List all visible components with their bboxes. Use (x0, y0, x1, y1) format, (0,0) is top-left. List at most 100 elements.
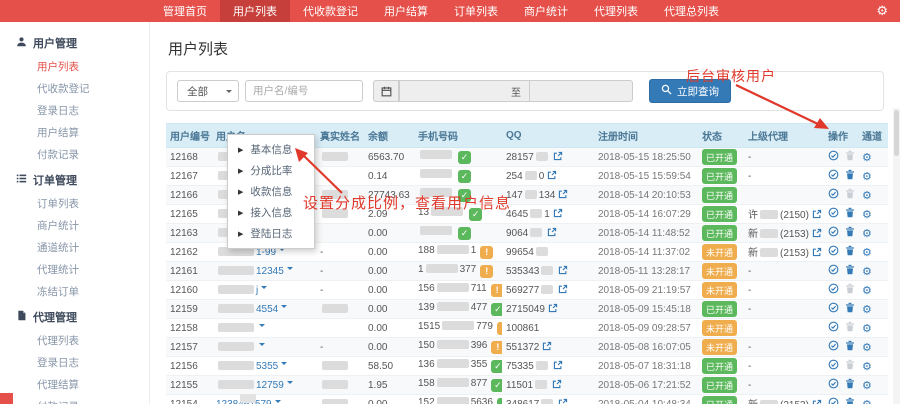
delete-icon[interactable] (845, 207, 855, 221)
username-link[interactable]: j (256, 285, 258, 296)
cell-username[interactable]: 12345 (212, 261, 316, 281)
qq-link-icon[interactable] (548, 303, 558, 316)
sidebar-item-0-2[interactable]: 登录日志 (0, 99, 149, 121)
nav-tab-8[interactable]: 代理总列表 (651, 0, 732, 22)
cell-username[interactable] (212, 337, 316, 357)
sidebar-item-2-2[interactable]: 代理结算 (0, 373, 149, 395)
nav-tab-6[interactable]: 商户统计 (511, 0, 581, 22)
sidebar-item-1-4[interactable]: 冻结订单 (0, 280, 149, 302)
qq-link-icon[interactable] (547, 227, 557, 240)
username-link[interactable]: 4554 (256, 304, 278, 315)
delete-icon[interactable] (845, 150, 855, 164)
cell-username[interactable]: 12759 (212, 375, 316, 395)
dropdown-caret-icon[interactable] (274, 399, 281, 404)
cell-username[interactable]: j (212, 280, 316, 300)
sidebar-item-0-4[interactable]: 付款记录 (0, 143, 149, 165)
channel-gear-icon[interactable]: ⚙ (862, 285, 872, 297)
channel-gear-icon[interactable]: ⚙ (862, 152, 872, 164)
filter-select[interactable]: 全部 (177, 80, 239, 102)
delete-icon[interactable] (845, 245, 855, 259)
agent-link-icon[interactable] (812, 247, 822, 260)
agent-link-icon[interactable] (812, 209, 822, 222)
date-start-input[interactable] (399, 80, 503, 102)
delete-icon[interactable] (845, 302, 855, 316)
cell-username[interactable]: 4554 (212, 299, 316, 319)
channel-gear-icon[interactable]: ⚙ (862, 399, 872, 404)
pagination-stub[interactable] (240, 394, 256, 403)
sidebar-item-2-1[interactable]: 登录日志 (0, 351, 149, 373)
qq-link-icon[interactable] (542, 341, 552, 354)
channel-gear-icon[interactable]: ⚙ (862, 323, 872, 335)
qq-link-icon[interactable] (558, 265, 568, 278)
qq-link-icon[interactable] (558, 398, 568, 404)
sidebar-item-2-0[interactable]: 代理列表 (0, 329, 149, 351)
channel-gear-icon[interactable]: ⚙ (862, 209, 872, 221)
audit-user-icon[interactable] (828, 150, 839, 164)
nav-tab-3[interactable]: 代收款登记 (290, 0, 371, 22)
nav-tab-5[interactable]: 订单列表 (441, 0, 511, 22)
audit-user-icon[interactable] (828, 302, 839, 316)
dropdown-caret-icon[interactable] (281, 304, 288, 311)
channel-gear-icon[interactable]: ⚙ (862, 228, 872, 240)
sidebar-item-0-1[interactable]: 代收款登记 (0, 77, 149, 99)
audit-user-icon[interactable] (828, 207, 839, 221)
audit-user-icon[interactable] (828, 397, 839, 404)
delete-icon[interactable] (845, 340, 855, 354)
scrollbar-track[interactable] (893, 108, 900, 404)
audit-user-icon[interactable] (828, 245, 839, 259)
cell-username[interactable]: 5355 (212, 356, 316, 376)
username-link[interactable]: 12345 (256, 266, 284, 277)
qq-link-icon[interactable] (553, 360, 563, 373)
channel-gear-icon[interactable]: ⚙ (862, 190, 872, 202)
nav-tab-1[interactable]: 管理首页 (150, 0, 220, 22)
date-end-input[interactable] (529, 80, 633, 102)
delete-icon[interactable] (845, 264, 855, 278)
delete-icon[interactable] (845, 283, 855, 297)
channel-gear-icon[interactable]: ⚙ (862, 304, 872, 316)
channel-gear-icon[interactable]: ⚙ (862, 266, 872, 278)
audit-user-icon[interactable] (828, 340, 839, 354)
nav-gear-icon[interactable]: ⚙ (864, 0, 900, 22)
delete-icon[interactable] (845, 378, 855, 392)
nav-tab-2[interactable]: 用户列表 (220, 0, 290, 22)
audit-user-icon[interactable] (828, 283, 839, 297)
cell-username[interactable] (212, 318, 316, 338)
sidebar-item-0-0[interactable]: 用户列表 (0, 55, 149, 77)
delete-icon[interactable] (845, 169, 855, 183)
dropdown-caret-icon[interactable] (259, 342, 265, 349)
context-menu-item-5[interactable]: ▶ 登陆日志 (228, 223, 314, 244)
dropdown-caret-icon[interactable] (286, 380, 293, 387)
audit-user-icon[interactable] (828, 264, 839, 278)
audit-user-icon[interactable] (828, 321, 839, 335)
keyword-input[interactable] (245, 80, 363, 102)
agent-link-icon[interactable] (812, 228, 822, 241)
sidebar-item-0-3[interactable]: 用户结算 (0, 121, 149, 143)
nav-tab-7[interactable]: 代理列表 (581, 0, 651, 22)
calendar-icon[interactable] (373, 80, 399, 102)
qq-link-icon[interactable] (552, 379, 562, 392)
scrollbar-thumb[interactable] (894, 110, 899, 156)
context-menu-item-4[interactable]: ▶ 接入信息 (228, 202, 314, 223)
cell-username[interactable]: 1238461579 (212, 394, 316, 404)
qq-link-icon[interactable] (558, 189, 568, 202)
sidebar-item-1-0[interactable]: 订单列表 (0, 192, 149, 214)
audit-user-icon[interactable] (828, 359, 839, 373)
channel-gear-icon[interactable]: ⚙ (862, 171, 872, 183)
dropdown-caret-icon[interactable] (261, 285, 268, 292)
qq-link-icon[interactable] (547, 170, 557, 183)
channel-gear-icon[interactable]: ⚙ (862, 342, 872, 354)
audit-user-icon[interactable] (828, 226, 839, 240)
channel-gear-icon[interactable]: ⚙ (862, 361, 872, 373)
qq-link-icon[interactable] (553, 208, 563, 221)
qq-link-icon[interactable] (553, 151, 563, 164)
channel-gear-icon[interactable]: ⚙ (862, 247, 872, 259)
channel-gear-icon[interactable]: ⚙ (862, 380, 872, 392)
sidebar-item-2-3[interactable]: 付款记录 (0, 395, 149, 404)
dropdown-caret-icon[interactable] (281, 361, 288, 368)
dropdown-caret-icon[interactable] (259, 323, 265, 330)
delete-icon[interactable] (845, 359, 855, 373)
dropdown-caret-icon[interactable] (286, 266, 293, 273)
username-link[interactable]: 12759 (256, 380, 284, 391)
delete-icon[interactable] (845, 321, 855, 335)
delete-icon[interactable] (845, 188, 855, 202)
